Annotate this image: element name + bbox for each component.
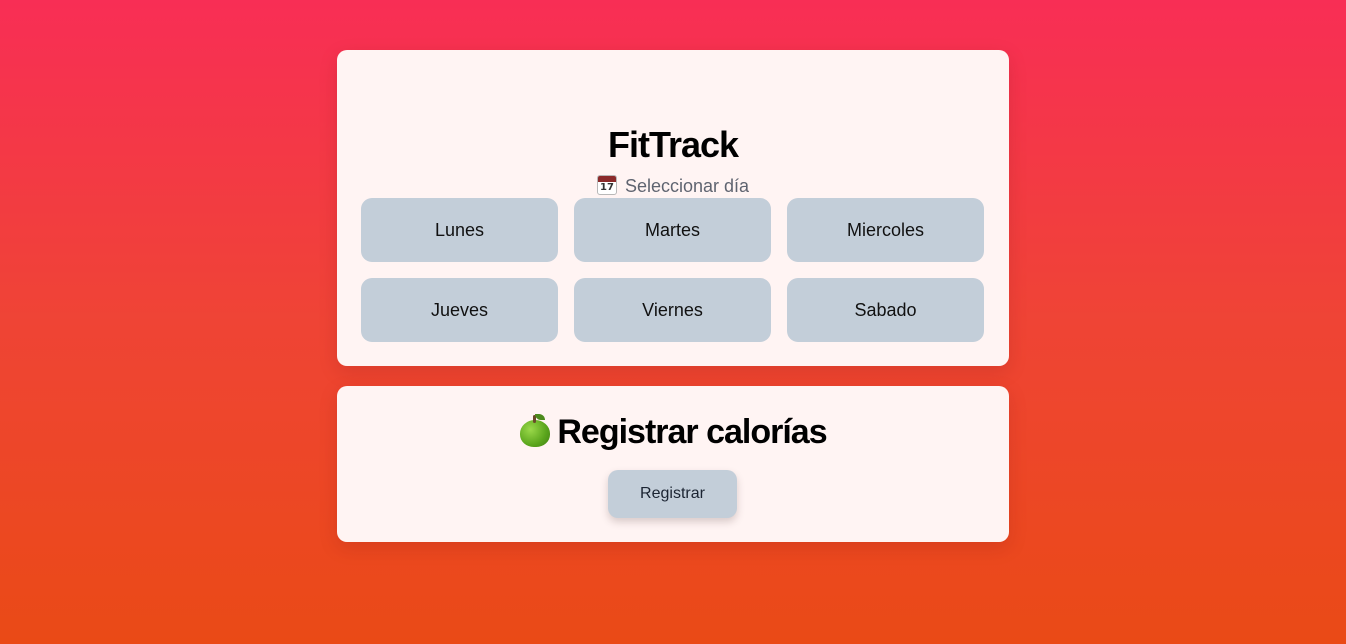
calories-card: Registrar calorías Registrar xyxy=(337,386,1009,542)
calories-title-text: Registrar calorías xyxy=(557,413,827,451)
day-button-miercoles[interactable]: Miercoles xyxy=(787,198,984,262)
day-button-lunes[interactable]: Lunes xyxy=(361,198,558,262)
green-apple-icon xyxy=(519,414,551,448)
register-button[interactable]: Registrar xyxy=(608,470,737,518)
calories-title: Registrar calorías xyxy=(337,412,1009,452)
subtitle: Seleccionar día xyxy=(337,174,1009,198)
calendar-icon xyxy=(596,175,617,195)
day-button-viernes[interactable]: Viernes xyxy=(574,278,771,342)
days-grid: Lunes Martes Miercoles Jueves Viernes Sa… xyxy=(361,198,984,342)
day-button-jueves[interactable]: Jueves xyxy=(361,278,558,342)
subtitle-text: Seleccionar día xyxy=(624,176,750,196)
day-button-martes[interactable]: Martes xyxy=(574,198,771,262)
app-title: FitTrack xyxy=(607,124,739,165)
day-button-sabado[interactable]: Sabado xyxy=(787,278,984,342)
day-selector-card: FitTrack Seleccionar día Lunes Martes Mi… xyxy=(337,50,1009,366)
